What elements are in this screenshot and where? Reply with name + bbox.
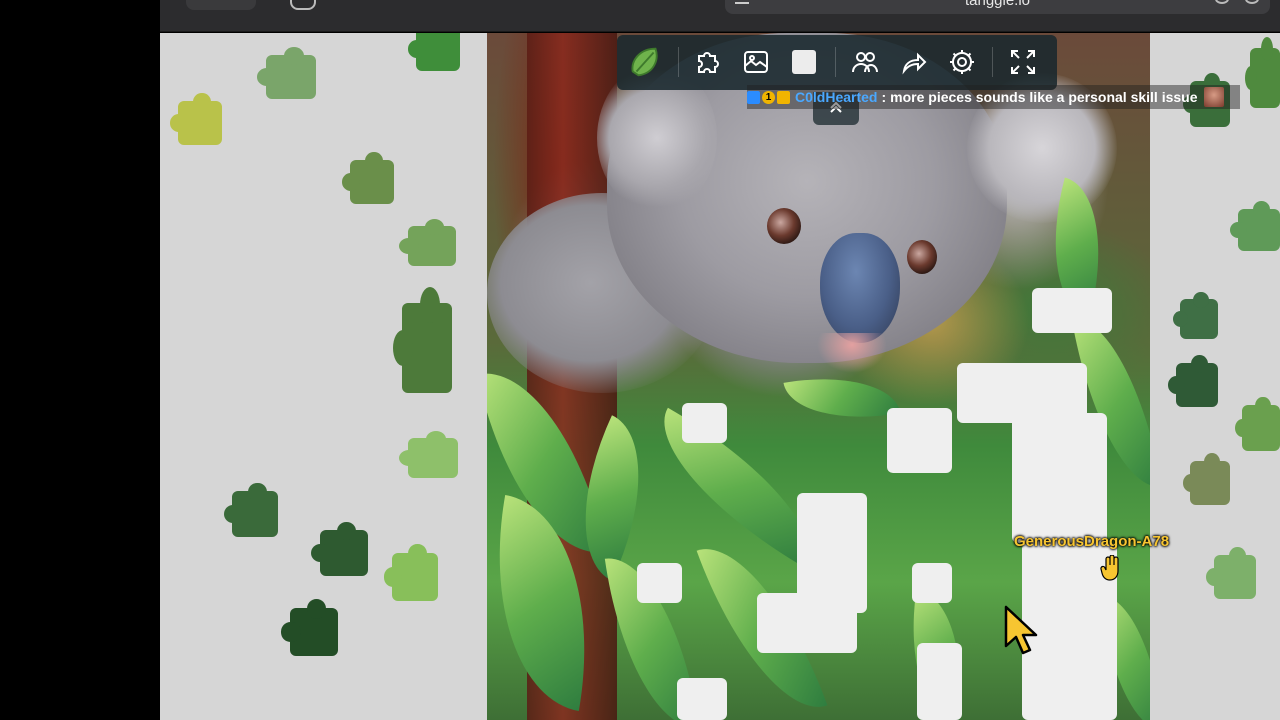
eucalyptus-leaf (783, 363, 901, 433)
puzzle-piece[interactable] (1182, 453, 1230, 505)
puzzle-piece[interactable] (408, 33, 460, 71)
puzzle-toolbar (617, 35, 1057, 90)
puzzle-piece[interactable] (1244, 37, 1280, 108)
puzzle-piece[interactable] (281, 599, 338, 656)
tab-overview-button[interactable] (290, 0, 316, 10)
players-button[interactable] (846, 43, 884, 81)
reload-icon[interactable] (1245, 0, 1259, 4)
koala-mouth (817, 333, 887, 373)
puzzle-piece-button[interactable] (689, 43, 727, 81)
external-link-badge-icon (747, 90, 760, 104)
puzzle-piece[interactable] (342, 152, 394, 204)
missing-piece-slot (1012, 413, 1107, 543)
chat-message: 1 C0ldHearted : more pieces sounds like … (747, 85, 1240, 109)
puzzle-piece[interactable] (399, 430, 458, 478)
players-icon (852, 52, 878, 73)
puzzle-piece[interactable] (311, 521, 368, 576)
browser-toolbar: tanggle.io (160, 0, 1280, 32)
puzzle-piece[interactable] (1230, 201, 1280, 251)
koala-right-eye (907, 240, 937, 274)
crown-badge-icon (777, 90, 790, 104)
chat-text: more pieces sounds like a personal skill… (890, 89, 1198, 105)
puzzle-piece[interactable] (393, 286, 452, 393)
missing-piece-slot (637, 563, 682, 603)
missing-piece-slot (682, 403, 727, 443)
arrow-cursor-icon (1004, 605, 1038, 655)
missing-piece-slot (887, 408, 952, 473)
settings-gear-icon (950, 50, 974, 74)
fullscreen-button[interactable] (1004, 43, 1042, 81)
puzzle-piece[interactable] (399, 218, 456, 266)
puzzle-piece[interactable] (223, 482, 278, 537)
missing-piece-slot (757, 593, 857, 653)
left-black-margin (0, 0, 160, 720)
background-color-icon (792, 50, 816, 74)
toolbar-separator (678, 47, 679, 77)
rank-badge: 1 (762, 90, 775, 104)
address-text: tanggle.io (964, 0, 1031, 9)
share-button[interactable] (895, 43, 933, 81)
player-cursor-name: GenerousDragon-A78 (1014, 533, 1170, 550)
puzzle-piece[interactable] (257, 47, 316, 99)
toolbar-separator (835, 47, 836, 77)
chat-separator: : (881, 89, 887, 105)
puzzle-piece[interactable] (1206, 547, 1256, 599)
puzzle-board-image[interactable] (487, 33, 1150, 720)
missing-piece-slot (917, 643, 962, 720)
chat-username[interactable]: C0ldHearted (795, 89, 877, 105)
background-color-button[interactable] (785, 43, 823, 81)
privacy-icon[interactable] (1215, 0, 1229, 4)
chat-avatar (1203, 87, 1224, 107)
puzzle-workspace[interactable] (160, 33, 1280, 720)
toolbar-separator (992, 47, 993, 77)
hand-cursor-icon (1100, 555, 1119, 581)
puzzle-piece[interactable] (1168, 355, 1218, 407)
sidebar-toggle-button[interactable] (186, 0, 256, 10)
puzzle-piece[interactable] (383, 544, 438, 601)
missing-piece-slot (912, 563, 952, 603)
puzzle-piece[interactable] (170, 93, 222, 145)
missing-piece-slot (677, 678, 727, 720)
preview-image-button[interactable] (737, 43, 775, 81)
page-menu-icon[interactable] (735, 0, 749, 4)
koala-nose (820, 233, 900, 343)
share-icon (902, 52, 927, 75)
address-bar[interactable]: tanggle.io (725, 0, 1270, 14)
settings-button[interactable] (943, 43, 981, 81)
missing-piece-slot (1032, 288, 1112, 333)
preview-image-icon (744, 51, 768, 73)
puzzle-piece-icon (698, 52, 719, 73)
fullscreen-icon (1011, 50, 1035, 74)
puzzle-piece[interactable] (1173, 291, 1218, 339)
koala-left-eye (767, 208, 801, 244)
tanggle-logo-icon[interactable] (627, 42, 665, 82)
puzzle-piece[interactable] (1235, 396, 1280, 451)
